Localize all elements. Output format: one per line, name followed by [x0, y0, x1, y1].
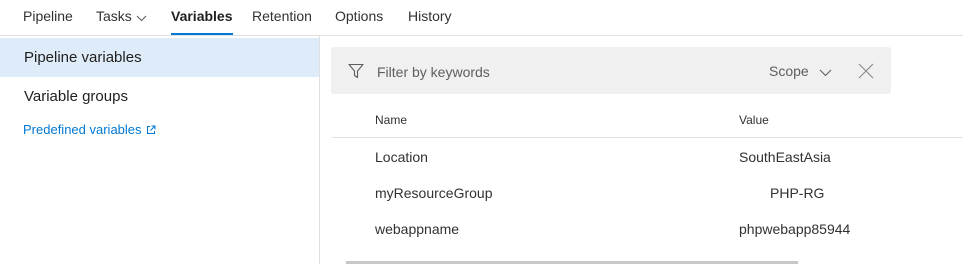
tab-options[interactable]: Options	[335, 0, 383, 35]
tab-pipeline-label: Pipeline	[23, 8, 73, 24]
chevron-down-icon	[136, 1, 147, 34]
filter-icon	[348, 63, 364, 82]
variable-name-cell[interactable]: webappname	[375, 221, 459, 237]
close-icon[interactable]	[858, 63, 874, 82]
scope-dropdown-label: Scope	[769, 63, 809, 79]
tab-tasks[interactable]: Tasks	[96, 0, 147, 35]
predefined-variables-link[interactable]: Predefined variables	[23, 122, 156, 138]
predefined-variables-link-label: Predefined variables	[23, 122, 142, 137]
tab-variables-label: Variables	[171, 8, 233, 24]
variable-name-cell[interactable]: myResourceGroup	[375, 185, 493, 201]
external-link-icon	[146, 123, 156, 138]
filter-bar: Scope	[331, 47, 891, 94]
chevron-down-icon	[819, 61, 832, 83]
column-header-name[interactable]: Name	[375, 113, 407, 127]
variable-value-cell[interactable]: SouthEastAsia	[739, 149, 831, 165]
pivot-tab-bar: Pipeline Tasks Variables Retention Optio…	[0, 0, 963, 36]
sidebar-item-label: Pipeline variables	[24, 49, 142, 66]
tab-history-label: History	[408, 8, 452, 24]
tab-retention[interactable]: Retention	[252, 0, 312, 35]
variable-value-cell[interactable]: PHP-RG	[770, 185, 824, 201]
filter-keywords-input[interactable]	[375, 60, 739, 84]
sidebar-item-variable-groups[interactable]: Variable groups	[0, 77, 319, 116]
tab-retention-label: Retention	[252, 8, 312, 24]
header-divider	[332, 137, 963, 138]
variable-value-cell[interactable]: phpwebapp85944	[739, 221, 850, 237]
tab-tasks-label: Tasks	[96, 8, 132, 24]
variable-name-cell[interactable]: Location	[375, 149, 428, 165]
scope-dropdown[interactable]: Scope	[769, 60, 832, 82]
tab-variables[interactable]: Variables	[171, 0, 233, 35]
tab-history[interactable]: History	[408, 0, 452, 35]
tab-options-label: Options	[335, 8, 384, 24]
sidebar-item-pipeline-variables[interactable]: Pipeline variables	[0, 38, 319, 77]
sidebar-item-label: Variable groups	[24, 88, 128, 105]
tab-pipeline[interactable]: Pipeline	[23, 0, 73, 35]
column-header-value[interactable]: Value	[739, 113, 769, 127]
variables-sidebar: Pipeline variables Variable groups Prede…	[0, 36, 320, 264]
